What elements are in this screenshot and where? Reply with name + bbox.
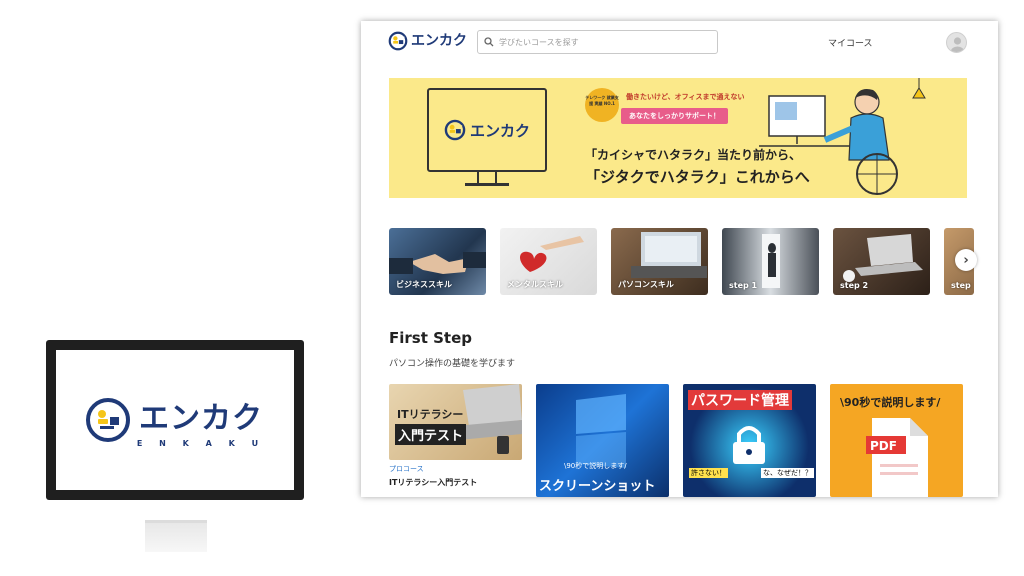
enkaku-logo-icon bbox=[444, 119, 466, 141]
category-label: step 2 bbox=[840, 281, 869, 290]
laptop-image bbox=[455, 384, 522, 454]
category-card-step1[interactable]: step 1 bbox=[722, 228, 819, 295]
course-thumb-line1: ITリテラシー bbox=[397, 408, 464, 421]
course-thumb-main: パスワード管理 bbox=[688, 390, 792, 410]
header: エンカク マイコース bbox=[361, 21, 998, 65]
hero-banner[interactable]: エンカク テレワーク 就業支援 実績 NO.1 働きたいけど、オフィスまで通えな… bbox=[389, 78, 967, 198]
hero-monitor-illustration: エンカク bbox=[427, 88, 547, 172]
hero-logo-text: エンカク bbox=[469, 121, 530, 140]
carousel-next-button[interactable]: › bbox=[955, 249, 977, 271]
course-thumb-top: \90秒で説明します/ bbox=[564, 462, 627, 470]
monitor-logo-text: エンカク bbox=[138, 400, 263, 436]
course-thumb-top: \90秒で説明します/ bbox=[840, 396, 941, 409]
pdf-document-icon bbox=[866, 418, 928, 497]
chevron-right-icon: › bbox=[963, 252, 969, 268]
course-name[interactable]: ITリテラシー入門テスト bbox=[389, 477, 477, 488]
course-thumb-right: な、なぜだ！？ bbox=[761, 468, 814, 478]
category-card-business[interactable]: ビジネススキル bbox=[389, 228, 486, 295]
category-label: step bbox=[951, 281, 971, 290]
category-label: パソコンスキル bbox=[618, 280, 674, 289]
course-type-label: プロコース bbox=[389, 465, 424, 473]
course-card-pdf[interactable]: \90秒で説明します/ PDF bbox=[830, 384, 963, 497]
hero-monitor-base bbox=[465, 183, 509, 186]
monitor-screen: エンカク E N K A K U bbox=[56, 350, 294, 490]
category-carousel: ビジネススキル メンタルスキル パソコンスキル step 1 step 2 st… bbox=[389, 228, 989, 296]
header-logo[interactable]: エンカク bbox=[388, 31, 467, 51]
monitor-stand bbox=[145, 520, 207, 552]
header-logo-text: エンカク bbox=[411, 33, 467, 49]
search-icon bbox=[484, 37, 494, 47]
course-card-screenshot[interactable]: \90秒で説明します/ スクリーンショット bbox=[536, 384, 669, 497]
lock-icon bbox=[733, 426, 765, 464]
avatar[interactable] bbox=[946, 32, 967, 53]
monitor-logo-subtext: E N K A K U bbox=[136, 438, 266, 448]
hero-small-text: 働きたいけど、オフィスまで通えない bbox=[626, 93, 745, 101]
course-thumb-line2: 入門テスト bbox=[395, 424, 467, 445]
enkaku-logo-icon bbox=[388, 31, 408, 51]
my-course-link[interactable]: マイコース bbox=[828, 36, 873, 49]
search-input[interactable] bbox=[499, 37, 699, 47]
enkaku-logo-icon bbox=[85, 398, 130, 442]
course-card-it-literacy[interactable]: ITリテラシー 入門テスト bbox=[389, 384, 522, 460]
section-title: First Step bbox=[389, 329, 472, 347]
app-window: エンカク マイコース bbox=[361, 21, 998, 497]
hero-badge: テレワーク 就業支援 実績 NO.1 bbox=[585, 88, 619, 122]
course-thumb-left: 許さない！ bbox=[689, 468, 728, 478]
monitor-logo: エンカク E N K A K U bbox=[85, 393, 265, 448]
category-label: step 1 bbox=[729, 281, 758, 290]
category-card-pc[interactable]: パソコンスキル bbox=[611, 228, 708, 295]
category-card-step2[interactable]: step 2 bbox=[833, 228, 930, 295]
monitor-mockup: エンカク E N K A K U bbox=[46, 340, 304, 500]
hero-pink-label: あなたをしっかりサポート！ bbox=[621, 108, 728, 124]
category-label: ビジネススキル bbox=[396, 280, 452, 289]
user-icon bbox=[951, 37, 964, 52]
pdf-label: PDF bbox=[870, 439, 897, 453]
category-card-mental[interactable]: メンタルスキル bbox=[500, 228, 597, 295]
course-thumb-main: スクリーンショット bbox=[539, 479, 656, 494]
category-label: メンタルスキル bbox=[507, 280, 563, 289]
section-subtitle: パソコン操作の基礎を学びます bbox=[389, 359, 516, 369]
promo-canvas: エンカク E N K A K U エンカク 学びたいコースを探す マイコース エ… bbox=[0, 0, 1024, 576]
course-card-password[interactable]: パスワード管理 許さない！ な、なぜだ！？ bbox=[683, 384, 816, 497]
hero-person-illustration bbox=[759, 78, 926, 195]
search-bar[interactable] bbox=[477, 30, 718, 54]
